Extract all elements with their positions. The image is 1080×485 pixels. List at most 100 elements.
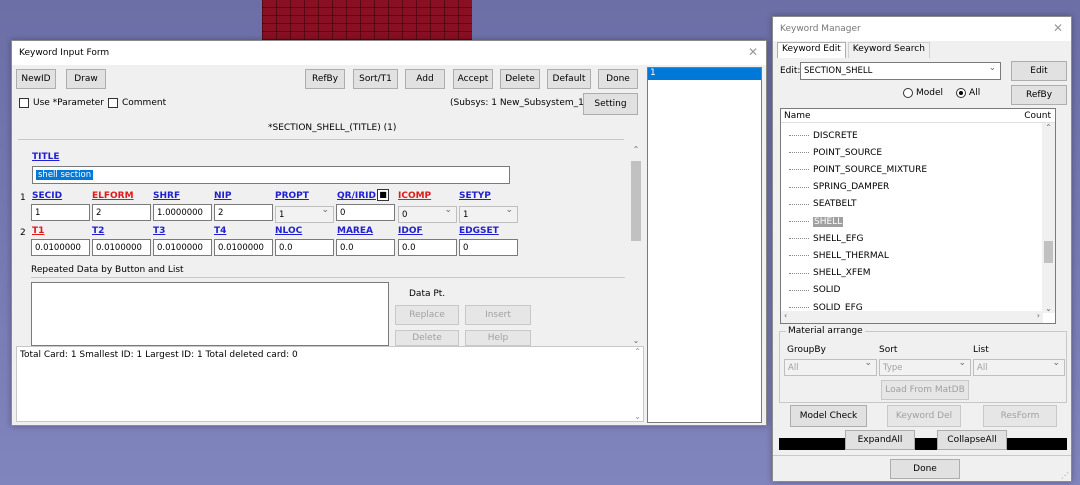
- load-matdb-button[interactable]: Load From MatDB: [881, 380, 969, 400]
- tree-scroll-down-icon[interactable]: ⌄: [1042, 304, 1055, 313]
- elform-link[interactable]: ELFORM: [92, 191, 134, 201]
- nip-link[interactable]: NIP: [214, 191, 231, 201]
- scrollbar-thumb[interactable]: [631, 161, 641, 241]
- nloc-link[interactable]: NLOC: [275, 226, 302, 236]
- qr-irid-input[interactable]: 0: [336, 204, 395, 221]
- secid-link[interactable]: SECID: [32, 191, 62, 201]
- status-scroll-down-icon[interactable]: ⌄: [634, 412, 641, 421]
- tree-item[interactable]: POINT_SOURCE: [781, 144, 882, 161]
- setyp-select[interactable]: 1: [459, 205, 518, 223]
- id-list-item[interactable]: 1: [648, 68, 761, 80]
- form-scrollbar[interactable]: ⌃ ⌄: [629, 145, 643, 345]
- repeated-data-list[interactable]: [31, 282, 389, 346]
- radio-all[interactable]: [956, 88, 967, 98]
- edit-button[interactable]: Edit: [1011, 61, 1067, 81]
- edgset-link[interactable]: EDGSET: [459, 226, 499, 236]
- rep-delete-button[interactable]: Delete: [395, 330, 459, 346]
- t2-link[interactable]: T2: [92, 226, 104, 236]
- refby-button[interactable]: RefBy: [305, 69, 345, 89]
- help-button[interactable]: Help: [465, 330, 531, 346]
- manager-refby-button[interactable]: RefBy: [1011, 85, 1067, 105]
- icomp-select[interactable]: 0: [398, 205, 457, 223]
- tree-item[interactable]: SHELL_XFEM: [781, 265, 871, 282]
- tree-item[interactable]: DISCRETE: [781, 127, 858, 144]
- comment-checkbox[interactable]: [108, 98, 118, 108]
- col-count-header[interactable]: Count: [1024, 111, 1051, 121]
- col-name-header[interactable]: Name: [784, 111, 811, 121]
- use-parameter-checkbox[interactable]: [19, 98, 29, 108]
- tree-scroll-up-icon[interactable]: ⌃: [1042, 123, 1055, 132]
- secid-input[interactable]: 1: [31, 204, 90, 221]
- model-check-button[interactable]: Model Check: [790, 405, 867, 427]
- marea-link[interactable]: MAREA: [337, 226, 373, 236]
- t1-link[interactable]: T1: [32, 226, 44, 236]
- t4-input[interactable]: 0.0100000: [214, 239, 273, 256]
- scroll-right-icon[interactable]: ›: [1037, 311, 1040, 320]
- list-select[interactable]: All: [973, 358, 1065, 376]
- sort-button[interactable]: Sort/T1: [353, 69, 398, 89]
- expand-all-button[interactable]: ExpandAll: [845, 430, 915, 450]
- tree-item[interactable]: SEATBELT: [781, 196, 857, 213]
- collapse-all-button[interactable]: CollapseAll: [937, 430, 1007, 450]
- tree-vscroll[interactable]: ⌃ ⌄: [1042, 123, 1055, 313]
- tree-item[interactable]: SHELL_THERMAL: [781, 247, 889, 264]
- setting-button[interactable]: Setting: [583, 93, 638, 115]
- add-button[interactable]: Add: [405, 69, 445, 89]
- scroll-up-icon[interactable]: ⌃: [629, 145, 643, 154]
- edgset-input[interactable]: 0: [459, 239, 518, 256]
- id-list[interactable]: 1: [647, 67, 762, 423]
- nip-input[interactable]: 2: [214, 204, 273, 221]
- t2-input[interactable]: 0.0100000: [92, 239, 151, 256]
- radio-model[interactable]: [903, 88, 913, 98]
- tree-hscroll[interactable]: ‹ ›: [781, 311, 1043, 323]
- qr-irid-picker-icon[interactable]: ■: [377, 189, 389, 201]
- tree-item[interactable]: SHELL_EFG: [781, 230, 864, 247]
- tab-keyword-edit[interactable]: Keyword Edit: [777, 42, 846, 58]
- propt-link[interactable]: PROPT: [275, 191, 309, 201]
- sort-select[interactable]: Type: [879, 358, 971, 376]
- edit-select[interactable]: SECTION_SHELL ⌄: [800, 62, 1001, 80]
- idof-link[interactable]: IDOF: [398, 226, 423, 236]
- tree-item[interactable]: SPRING_DAMPER: [781, 179, 889, 196]
- tree-scroll-thumb[interactable]: [1044, 241, 1053, 263]
- tree-item[interactable]: SHELL: [781, 213, 844, 230]
- draw-button[interactable]: Draw: [66, 69, 106, 89]
- insert-button[interactable]: Insert: [465, 305, 531, 325]
- done-button[interactable]: Done: [598, 69, 638, 89]
- tree-item[interactable]: POINT_SOURCE_MIXTURE: [781, 161, 927, 178]
- scroll-down-icon[interactable]: ⌄: [629, 336, 643, 345]
- t1-input[interactable]: 0.0100000: [31, 239, 90, 256]
- t3-link[interactable]: T3: [153, 226, 165, 236]
- newid-button[interactable]: NewID: [16, 69, 56, 89]
- keyword-del-button[interactable]: Keyword Del: [887, 405, 961, 427]
- marea-input[interactable]: 0.0: [336, 239, 395, 256]
- nloc-input[interactable]: 0.0: [275, 239, 334, 256]
- status-scroll-up-icon[interactable]: ⌃: [634, 347, 641, 356]
- t4-link[interactable]: T4: [214, 226, 226, 236]
- propt-select[interactable]: 1: [275, 205, 334, 223]
- shrf-input[interactable]: 1.0000000: [153, 204, 212, 221]
- close-icon[interactable]: ✕: [748, 45, 758, 59]
- default-button[interactable]: Default: [547, 69, 591, 89]
- title-input[interactable]: shell section: [32, 166, 510, 184]
- resform-button[interactable]: ResForm: [983, 405, 1057, 427]
- icomp-link[interactable]: ICOMP: [398, 191, 431, 201]
- t3-input[interactable]: 0.0100000: [153, 239, 212, 256]
- replace-button[interactable]: Replace: [395, 305, 459, 325]
- keyword-tree[interactable]: Name Count DISCRETE POINT_SOURCE POINT_SOU…: [780, 108, 1056, 324]
- scroll-left-icon[interactable]: ‹: [784, 311, 787, 320]
- qr-irid-link[interactable]: QR/IRID: [337, 191, 376, 201]
- delete-button[interactable]: Delete: [500, 69, 540, 89]
- elform-input[interactable]: 2: [92, 204, 151, 221]
- title-link[interactable]: TITLE: [32, 152, 60, 162]
- manager-close-icon[interactable]: ✕: [1053, 21, 1063, 35]
- shrf-link[interactable]: SHRF: [153, 191, 180, 201]
- tree-item[interactable]: SOLID: [781, 282, 840, 299]
- manager-done-button[interactable]: Done: [890, 459, 960, 479]
- idof-input[interactable]: 0.0: [398, 239, 457, 256]
- accept-button[interactable]: Accept: [453, 69, 493, 89]
- tab-keyword-search[interactable]: Keyword Search: [847, 42, 930, 58]
- resize-grip-icon[interactable]: ⋰: [1061, 471, 1069, 480]
- groupby-select[interactable]: All: [784, 358, 877, 376]
- setyp-link[interactable]: SETYP: [459, 191, 491, 201]
